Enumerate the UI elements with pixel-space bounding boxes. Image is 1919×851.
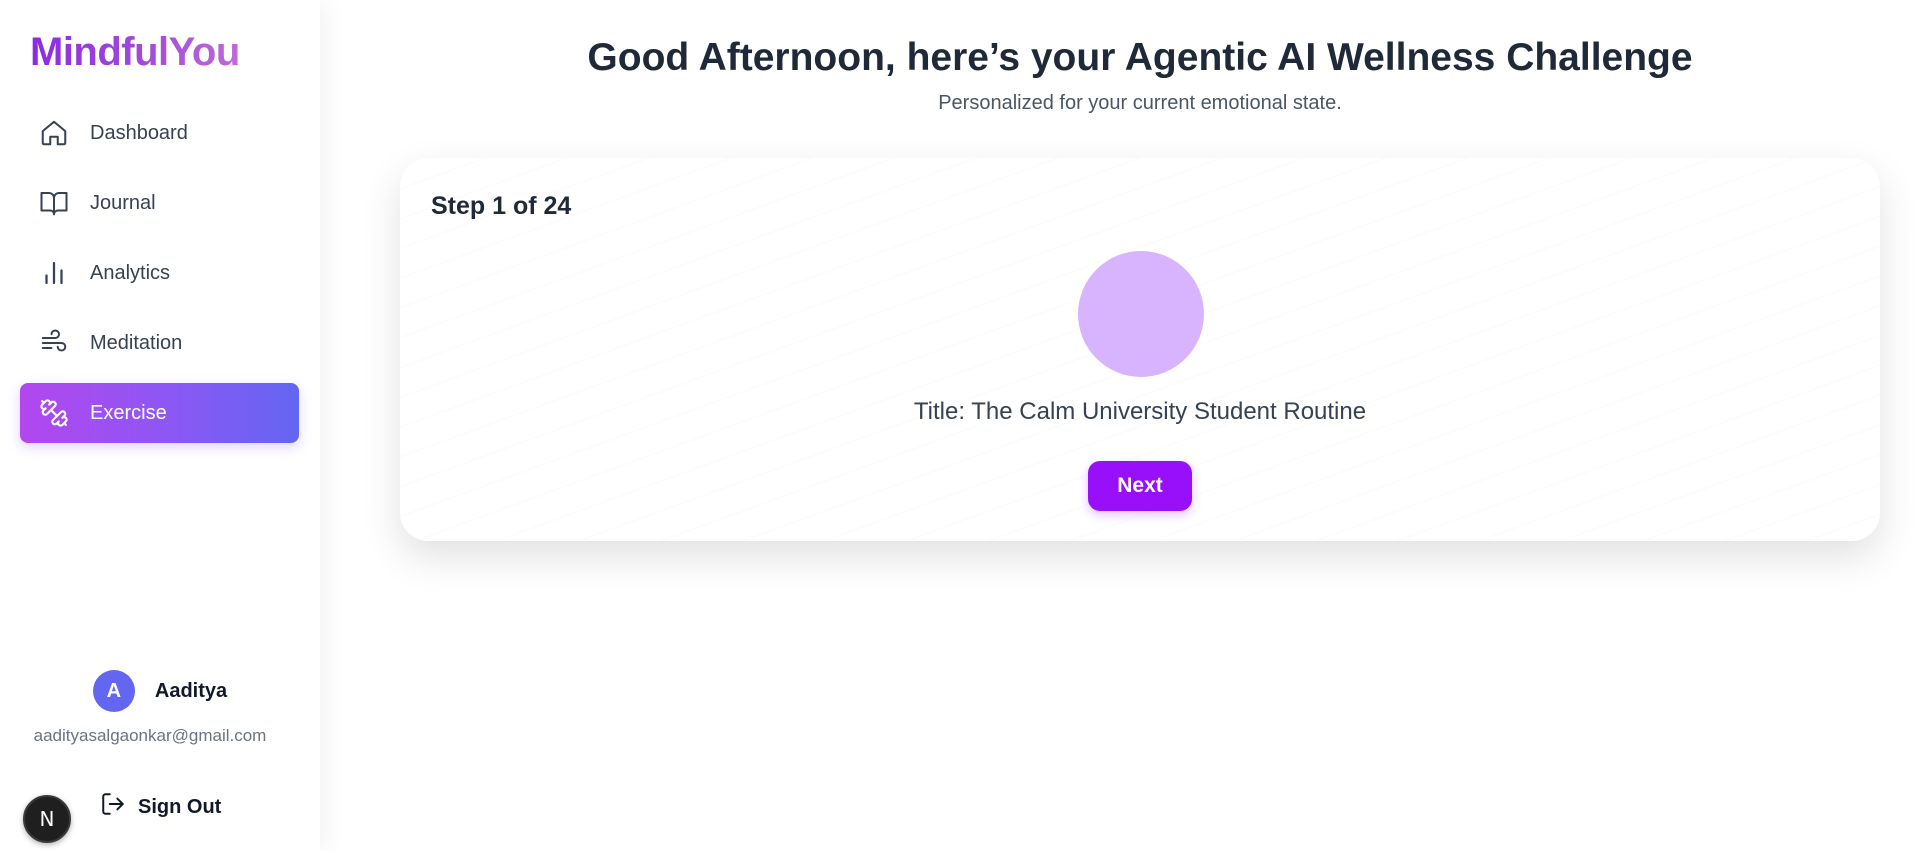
page-title: Good Afternoon, here’s your Agentic AI W… [587,36,1693,79]
app-root: MindfulYou Dashboard Journal Analytics M… [0,0,1919,851]
sidebar-item-journal[interactable]: Journal [20,173,299,233]
step-title: Title: The Calm University Student Routi… [913,398,1367,425]
nextjs-dev-badge[interactable]: N [23,795,71,843]
sidebar-item-label: Exercise [90,401,167,424]
book-icon [38,187,70,219]
main-content: Good Afternoon, here’s your Agentic AI W… [320,0,1919,851]
dumbbell-icon [38,397,70,429]
challenge-card: Step 1 of 24 Title: The Calm University … [400,158,1880,541]
step-counter: Step 1 of 24 [431,192,572,220]
sidebar-item-analytics[interactable]: Analytics [20,243,299,303]
user-row: A Aaditya [0,670,320,712]
user-name: Aaditya [154,679,228,702]
avatar[interactable]: A [92,670,135,712]
wind-icon [38,327,70,359]
sign-out-button[interactable]: Sign Out [100,793,221,821]
next-button[interactable]: Next [1088,461,1192,511]
sidebar-item-exercise[interactable]: Exercise [20,383,299,443]
app-logo[interactable]: MindfulYou [30,28,240,76]
breathing-circle [1078,251,1204,377]
sidebar-item-label: Journal [90,191,156,214]
sidebar-item-dashboard[interactable]: Dashboard [20,103,299,163]
sidebar-item-meditation[interactable]: Meditation [20,313,299,373]
bar-chart-icon [38,257,70,289]
user-email: aadityasalgaonkar@gmail.com [33,726,267,745]
sign-out-label: Sign Out [138,795,222,818]
home-icon [38,117,70,149]
page-subtitle: Personalized for your current emotional … [938,92,1342,114]
sidebar-nav: Dashboard Journal Analytics Meditation E… [20,103,299,453]
sidebar-item-label: Meditation [90,331,183,354]
user-profile: A Aaditya aadityasalgaonkar@gmail.com [0,670,320,746]
log-out-icon [100,791,126,823]
sidebar: MindfulYou Dashboard Journal Analytics M… [0,0,320,851]
sidebar-item-label: Dashboard [90,121,188,144]
sidebar-item-label: Analytics [90,261,171,284]
